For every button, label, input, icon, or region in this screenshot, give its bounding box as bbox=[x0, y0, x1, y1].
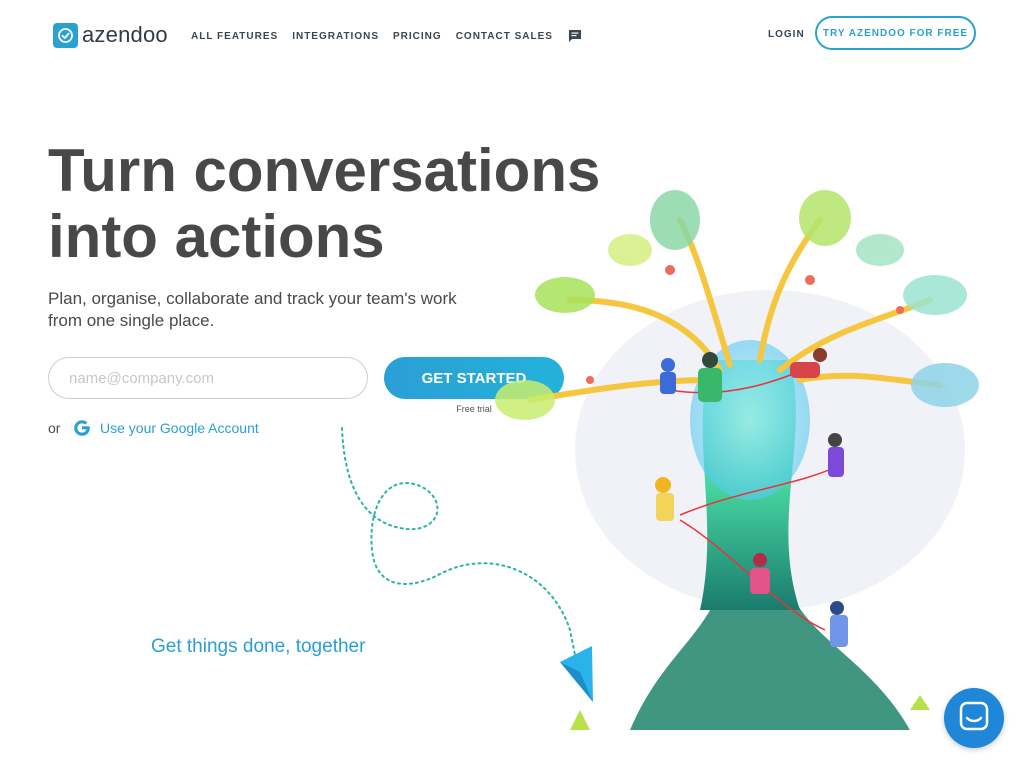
check-icon bbox=[53, 22, 78, 48]
logo-text: azendoo bbox=[82, 22, 168, 47]
chat-bubble-icon[interactable] bbox=[568, 29, 582, 43]
google-signin-link[interactable]: Use your Google Account bbox=[72, 418, 259, 438]
logo[interactable]: azendoo bbox=[53, 22, 168, 48]
try-free-button[interactable]: TRY AZENDOO FOR FREE bbox=[815, 16, 976, 50]
login-link[interactable]: LOGIN bbox=[768, 29, 805, 40]
google-signin-label: Use your Google Account bbox=[100, 420, 259, 436]
nav-contact-sales[interactable]: CONTACT SALES bbox=[456, 31, 553, 42]
messenger-button[interactable] bbox=[944, 688, 1004, 748]
google-icon bbox=[72, 418, 92, 438]
email-field[interactable] bbox=[48, 357, 368, 399]
tree-illustration bbox=[495, 190, 979, 730]
or-label: or bbox=[48, 420, 61, 436]
tagline: Get things done, together bbox=[151, 636, 366, 657]
messenger-icon bbox=[959, 701, 989, 736]
nav-integrations[interactable]: INTEGRATIONS bbox=[292, 31, 379, 42]
nav-pricing[interactable]: PRICING bbox=[393, 31, 442, 42]
page-subtitle: Plan, organise, collaborate and track yo… bbox=[48, 289, 457, 330]
main-nav: ALL FEATURES INTEGRATIONS PRICING CONTAC… bbox=[191, 29, 582, 43]
nav-all-features[interactable]: ALL FEATURES bbox=[191, 31, 278, 42]
